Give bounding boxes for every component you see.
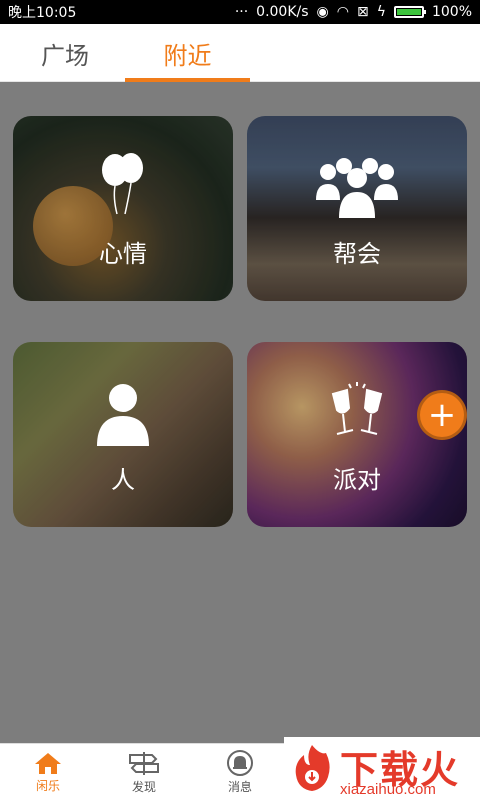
battery-icon bbox=[393, 6, 426, 18]
signpost-icon bbox=[129, 752, 159, 775]
wifi-icon: ◠ bbox=[336, 4, 349, 20]
status-indicators: ··· 0.00K/s ◉ ◠ ⊠ ϟ 100% bbox=[235, 4, 472, 20]
flame-logo-icon bbox=[295, 745, 330, 791]
nav-discover[interactable]: 发现 bbox=[96, 744, 192, 800]
nav-discover-label: 发现 bbox=[131, 780, 156, 794]
tab-nearby[interactable]: 附近 bbox=[125, 24, 250, 82]
party-label: 派对 bbox=[333, 466, 381, 494]
status-bar: 晚上10:05 ··· 0.00K/s ◉ ◠ ⊠ ϟ 100% bbox=[0, 0, 480, 24]
signal-dots-icon: ··· bbox=[234, 4, 249, 20]
no-sim-icon: ⊠ bbox=[356, 4, 369, 20]
network-speed: 0.00K/s bbox=[256, 4, 309, 20]
tab-active-indicator bbox=[125, 78, 250, 82]
mood-label: 心情 bbox=[99, 240, 147, 268]
add-button[interactable]: + bbox=[417, 390, 467, 440]
home-icon bbox=[35, 753, 61, 774]
person-label: 人 bbox=[111, 466, 135, 494]
top-tabs: 广场 附近 bbox=[0, 24, 480, 82]
watermark-url: xiazaihuo.com bbox=[340, 781, 436, 798]
battery-percent: 100% bbox=[431, 4, 472, 20]
tab-square[interactable]: 广场 bbox=[10, 24, 120, 82]
gang-label: 帮会 bbox=[333, 240, 381, 268]
mood-card[interactable]: 心情 bbox=[13, 116, 233, 301]
person-card[interactable]: 人 bbox=[13, 342, 233, 527]
status-time: 晚上10:05 bbox=[8, 5, 77, 21]
nav-messages[interactable]: 消息 bbox=[192, 744, 288, 800]
watermark: 下载火 xiazaihuo.com bbox=[284, 737, 480, 800]
nav-leisure[interactable]: 闲乐 bbox=[0, 744, 96, 800]
gang-card[interactable]: 帮会 bbox=[247, 116, 467, 301]
group-icon bbox=[314, 156, 400, 224]
person-icon bbox=[95, 382, 151, 452]
nav-messages-label: 消息 bbox=[227, 780, 252, 794]
bell-icon bbox=[227, 750, 253, 776]
charging-icon: ϟ bbox=[376, 4, 386, 20]
balloons-icon bbox=[99, 152, 147, 220]
nav-leisure-label: 闲乐 bbox=[35, 779, 60, 793]
hotspot-icon: ◉ bbox=[316, 4, 329, 20]
wine-glasses-icon bbox=[325, 380, 389, 450]
